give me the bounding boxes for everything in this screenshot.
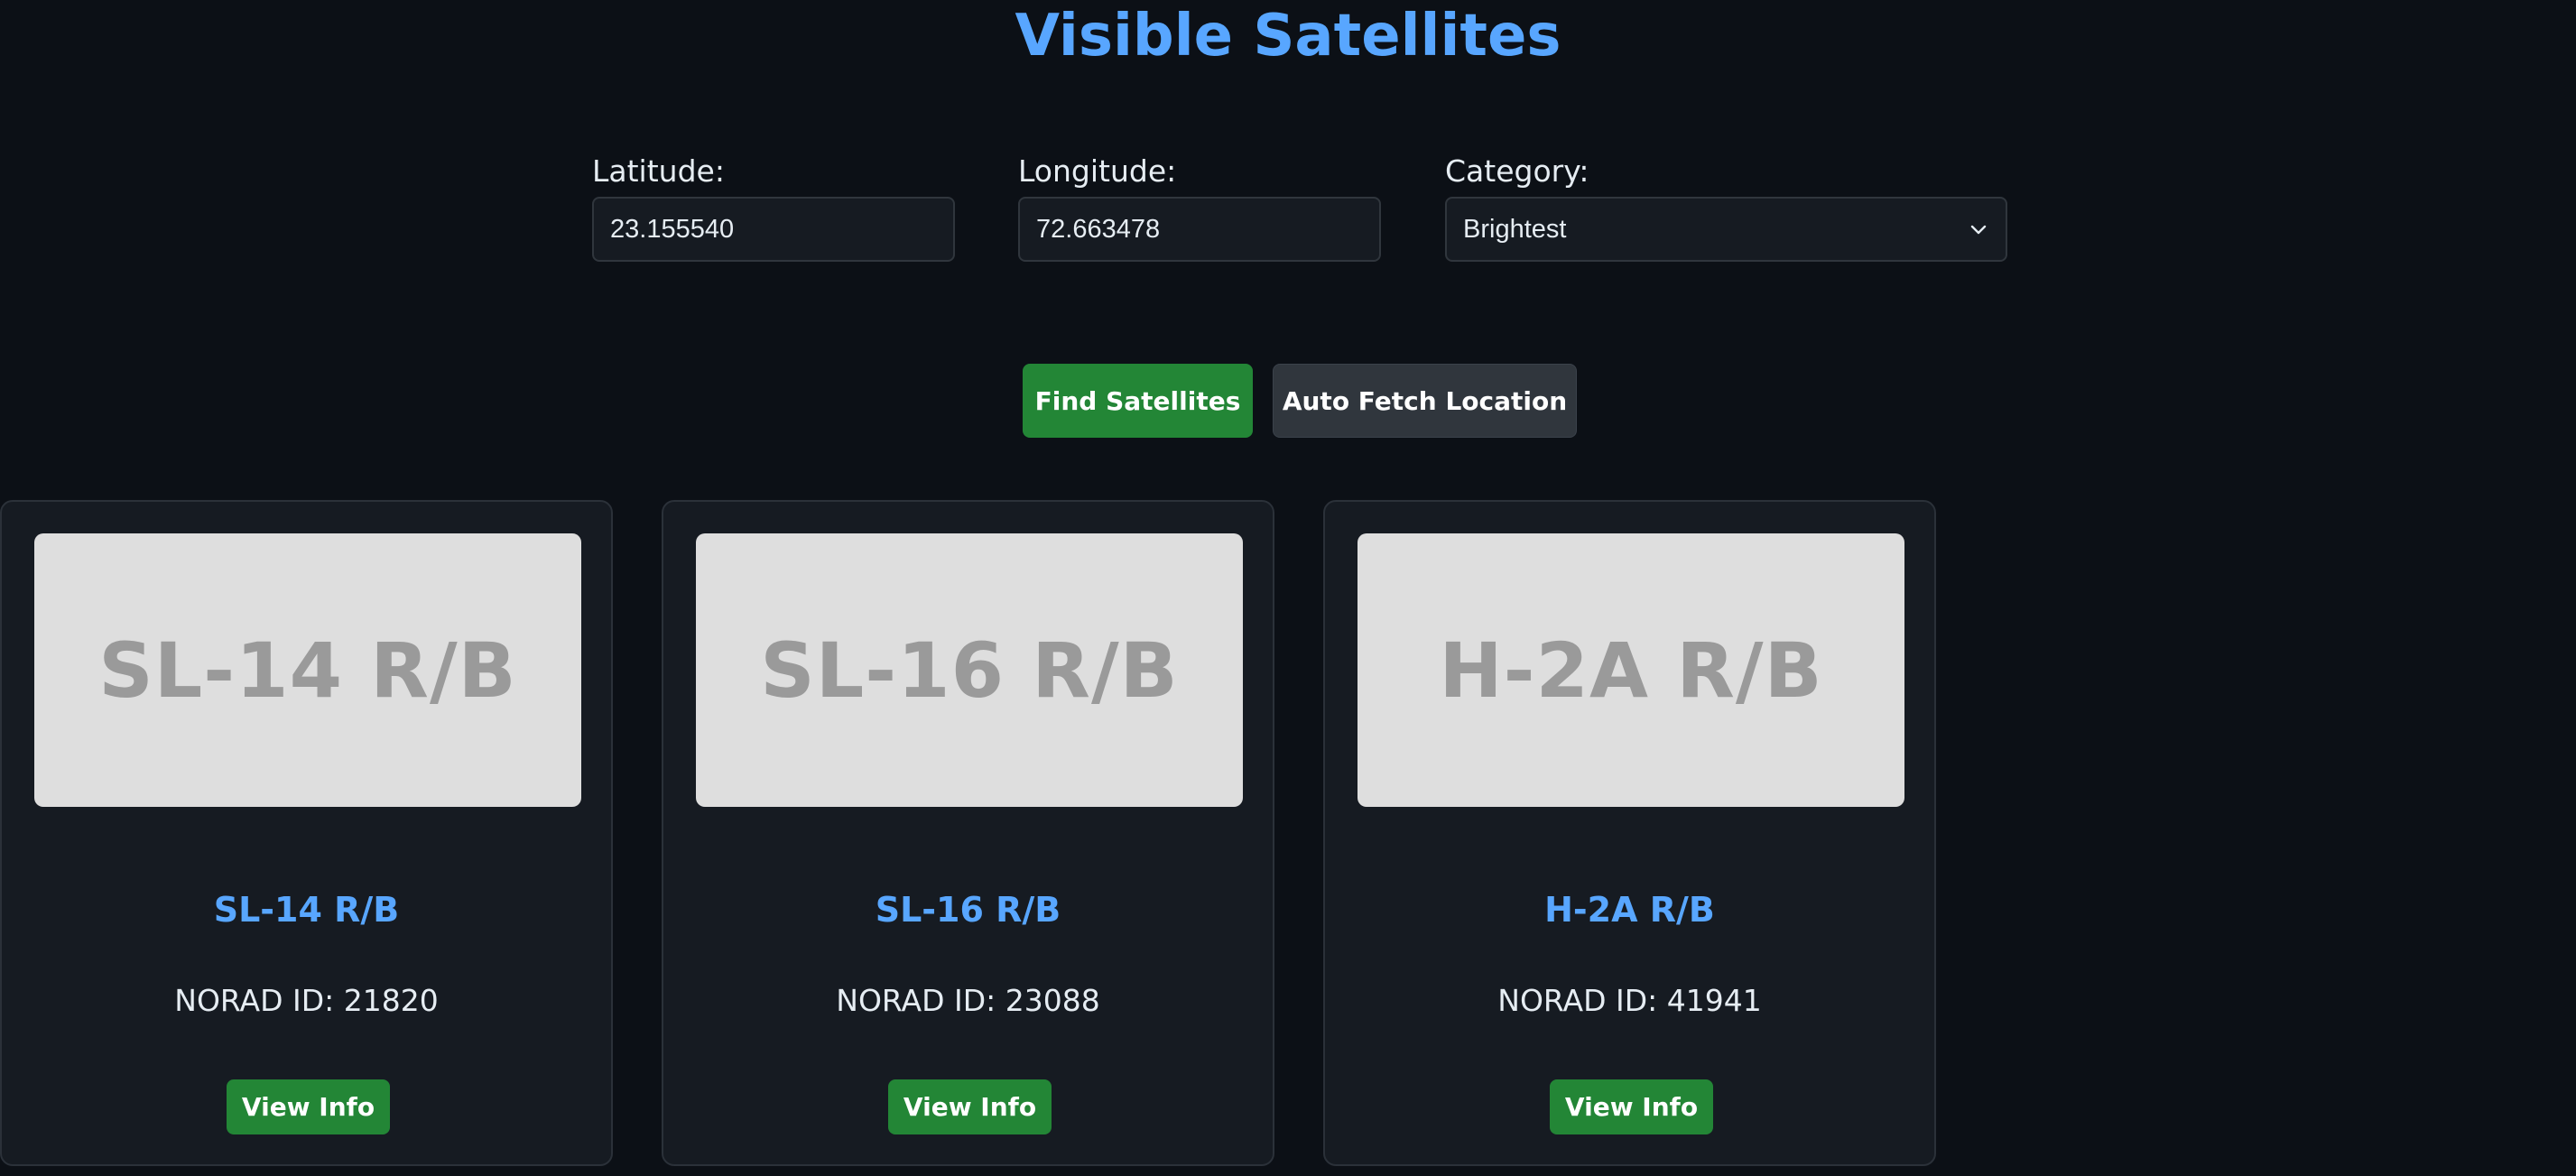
satellite-name: SL-16 R/B — [875, 890, 1061, 930]
find-satellites-button[interactable]: Find Satellites — [1023, 364, 1253, 438]
category-field: Category: Brightest — [1445, 153, 2007, 262]
latitude-field: Latitude: 23.155540 — [592, 153, 955, 262]
satellite-card: SL-14 R/B SL-14 R/B NORAD ID: 21820 View… — [0, 500, 613, 1166]
norad-id: NORAD ID: 23088 — [836, 983, 1100, 1018]
satellite-name: SL-14 R/B — [213, 890, 400, 930]
view-info-button[interactable]: View Info — [888, 1079, 1052, 1134]
norad-id: NORAD ID: 41941 — [1497, 983, 1762, 1018]
latitude-label: Latitude: — [592, 153, 725, 189]
satellite-image-placeholder: SL-14 R/B — [34, 533, 581, 807]
page: Visible Satellites Latitude: 23.155540 L… — [0, 0, 2576, 1176]
page-title: Visible Satellites — [1015, 3, 1561, 69]
norad-id: NORAD ID: 21820 — [174, 983, 439, 1018]
longitude-label: Longitude: — [1018, 153, 1177, 189]
chevron-down-icon — [1970, 225, 1987, 235]
latitude-input[interactable]: 23.155540 — [592, 197, 955, 262]
satellite-name: H-2A R/B — [1544, 890, 1715, 930]
longitude-input[interactable]: 72.663478 — [1018, 197, 1381, 262]
satellite-card: SL-16 R/B SL-16 R/B NORAD ID: 23088 View… — [662, 500, 1274, 1166]
view-info-button[interactable]: View Info — [227, 1079, 390, 1134]
category-label: Category: — [1445, 153, 1589, 189]
auto-fetch-location-button[interactable]: Auto Fetch Location — [1273, 364, 1577, 438]
category-select[interactable]: Brightest — [1445, 197, 2007, 262]
satellite-card: H-2A R/B H-2A R/B NORAD ID: 41941 View I… — [1323, 500, 1936, 1166]
satellite-image-placeholder: H-2A R/B — [1357, 533, 1904, 807]
category-selected-value: Brightest — [1463, 214, 1567, 244]
longitude-field: Longitude: 72.663478 — [1018, 153, 1381, 262]
view-info-button[interactable]: View Info — [1550, 1079, 1713, 1134]
satellite-image-placeholder: SL-16 R/B — [696, 533, 1243, 807]
